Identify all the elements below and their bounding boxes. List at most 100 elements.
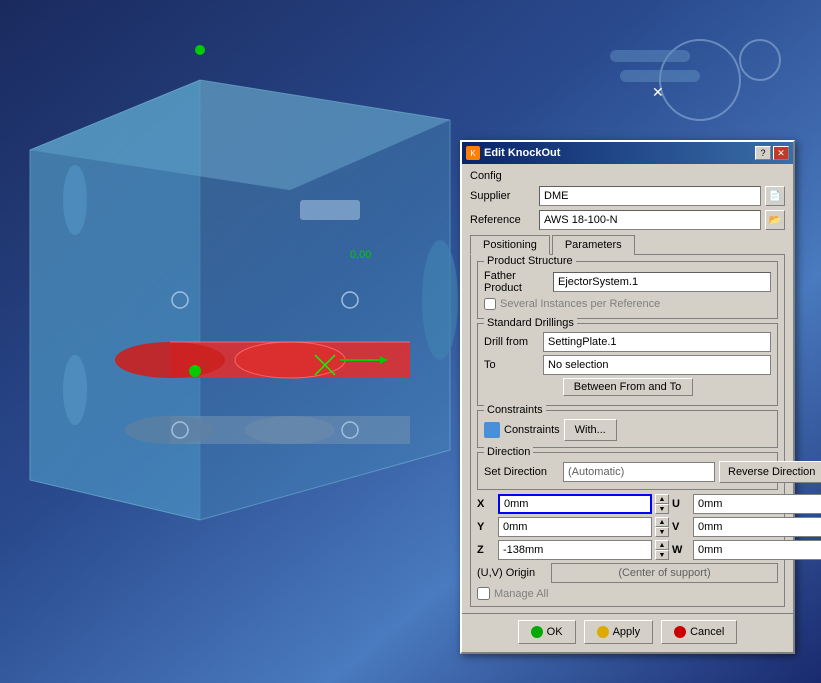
dialog-content: Config Supplier 📄 Reference 📂 Positionin… [462, 164, 793, 613]
reference-row: Reference 📂 [470, 210, 785, 230]
drill-from-input[interactable] [543, 332, 771, 352]
title-bar-buttons: ? ✕ [755, 146, 789, 160]
manage-all-label: Manage All [494, 588, 548, 600]
z-label: Z [477, 544, 495, 556]
product-structure-group: Product Structure Father Product Several… [477, 261, 778, 319]
cancel-icon [674, 626, 686, 638]
supplier-label: Supplier [470, 190, 535, 202]
constraints-label: Constraints [504, 424, 560, 436]
uv-origin-row: (U,V) Origin [477, 563, 778, 583]
z-spin-up[interactable]: ▲ [655, 540, 669, 550]
dialog-bottom-buttons: OK Apply Cancel [462, 613, 793, 652]
tab-panel-positioning: Product Structure Father Product Several… [470, 255, 785, 607]
w-label: W [672, 544, 690, 556]
direction-title: Direction [484, 446, 533, 458]
drill-from-label: Drill from [484, 336, 539, 348]
tab-parameters[interactable]: Parameters [552, 235, 635, 255]
manage-all-checkbox[interactable] [477, 587, 490, 600]
x-label: X [477, 498, 495, 510]
x-input[interactable] [498, 494, 652, 514]
direction-row: Set Direction Reverse Direction [484, 461, 771, 483]
config-label: Config [470, 170, 785, 182]
z-input[interactable] [498, 540, 652, 560]
svg-text:✕: ✕ [652, 84, 664, 100]
dialog-title: Edit KnockOut [484, 147, 560, 159]
direction-group: Direction Set Direction Reverse Directio… [477, 452, 778, 490]
tab-positioning[interactable]: Positioning [470, 235, 550, 255]
v-coord-row: V ▲ ▼ [672, 517, 821, 537]
several-instances-row: Several Instances per Reference [484, 298, 771, 310]
w-input[interactable] [693, 540, 821, 560]
v-label: V [672, 521, 690, 533]
constraints-content: Constraints With... [484, 415, 771, 441]
z-spinner: ▲ ▼ [655, 540, 669, 560]
product-structure-title: Product Structure [484, 255, 576, 267]
y-spinner: ▲ ▼ [655, 517, 669, 537]
reference-browse-button[interactable]: 📂 [765, 210, 785, 230]
ok-icon [531, 626, 543, 638]
v-input[interactable] [693, 517, 821, 537]
drill-from-row: Drill from [484, 332, 771, 352]
set-direction-label: Set Direction [484, 466, 559, 478]
several-instances-checkbox[interactable] [484, 298, 496, 310]
standard-drillings-title: Standard Drillings [484, 317, 577, 329]
coordinates-grid: X ▲ ▼ U ▲ ▼ [477, 494, 778, 560]
apply-button[interactable]: Apply [584, 620, 654, 644]
cancel-button[interactable]: Cancel [661, 620, 737, 644]
standard-drillings-group: Standard Drillings Drill from To Between… [477, 323, 778, 406]
supplier-input[interactable] [539, 186, 761, 206]
direction-content: Set Direction Reverse Direction [484, 457, 771, 483]
y-label: Y [477, 521, 495, 533]
edit-knockout-dialog: K Edit KnockOut ? ✕ Config Supplier 📄 Re… [460, 140, 795, 654]
standard-drillings-content: Drill from To Between From and To [484, 328, 771, 396]
u-coord-row: U ▲ ▼ [672, 494, 821, 514]
reverse-direction-button[interactable]: Reverse Direction [719, 461, 821, 483]
father-product-label: Father Product [484, 270, 549, 294]
constraint-icon [484, 422, 500, 438]
help-button[interactable]: ? [755, 146, 771, 160]
father-product-input[interactable] [553, 272, 771, 292]
drill-to-row: To [484, 355, 771, 375]
cancel-label: Cancel [690, 626, 724, 638]
ok-label: OK [547, 626, 563, 638]
product-structure-content: Father Product Several Instances per Ref… [484, 266, 771, 310]
drill-to-label: To [484, 359, 539, 371]
x-spinner: ▲ ▼ [655, 494, 669, 514]
y-spin-up[interactable]: ▲ [655, 517, 669, 527]
manage-all-row: Manage All [477, 587, 778, 600]
drill-to-input[interactable] [543, 355, 771, 375]
x-spin-up[interactable]: ▲ [655, 494, 669, 504]
dialog-icon: K [466, 146, 480, 160]
close-button[interactable]: ✕ [773, 146, 789, 160]
y-input[interactable] [498, 517, 652, 537]
title-bar-left: K Edit KnockOut [466, 146, 560, 160]
tabs-container: Positioning Parameters [470, 234, 785, 255]
z-spin-down[interactable]: ▼ [655, 550, 669, 560]
z-coord-row: Z ▲ ▼ [477, 540, 669, 560]
u-input[interactable] [693, 494, 821, 514]
x-coord-row: X ▲ ▼ [477, 494, 669, 514]
x-spin-down[interactable]: ▼ [655, 504, 669, 514]
uv-origin-label: (U,V) Origin [477, 567, 547, 579]
svg-text:0,00: 0,00 [350, 249, 371, 261]
dialog-title-bar: K Edit KnockOut ? ✕ [462, 142, 793, 164]
reference-label: Reference [470, 214, 535, 226]
constraints-title: Constraints [484, 404, 546, 416]
apply-label: Apply [613, 626, 641, 638]
apply-icon [597, 626, 609, 638]
uv-origin-input[interactable] [551, 563, 778, 583]
between-from-to-button[interactable]: Between From and To [563, 378, 693, 396]
several-instances-label: Several Instances per Reference [500, 298, 660, 310]
y-spin-down[interactable]: ▼ [655, 527, 669, 537]
ok-button[interactable]: OK [518, 620, 576, 644]
y-coord-row: Y ▲ ▼ [477, 517, 669, 537]
father-product-row: Father Product [484, 270, 771, 294]
supplier-row: Supplier 📄 [470, 186, 785, 206]
constraints-group: Constraints Constraints With... [477, 410, 778, 448]
u-label: U [672, 498, 690, 510]
set-direction-input[interactable] [563, 462, 715, 482]
supplier-browse-button[interactable]: 📄 [765, 186, 785, 206]
reference-input[interactable] [539, 210, 761, 230]
w-coord-row: W ▲ ▼ [672, 540, 821, 560]
with-button[interactable]: With... [564, 419, 617, 441]
